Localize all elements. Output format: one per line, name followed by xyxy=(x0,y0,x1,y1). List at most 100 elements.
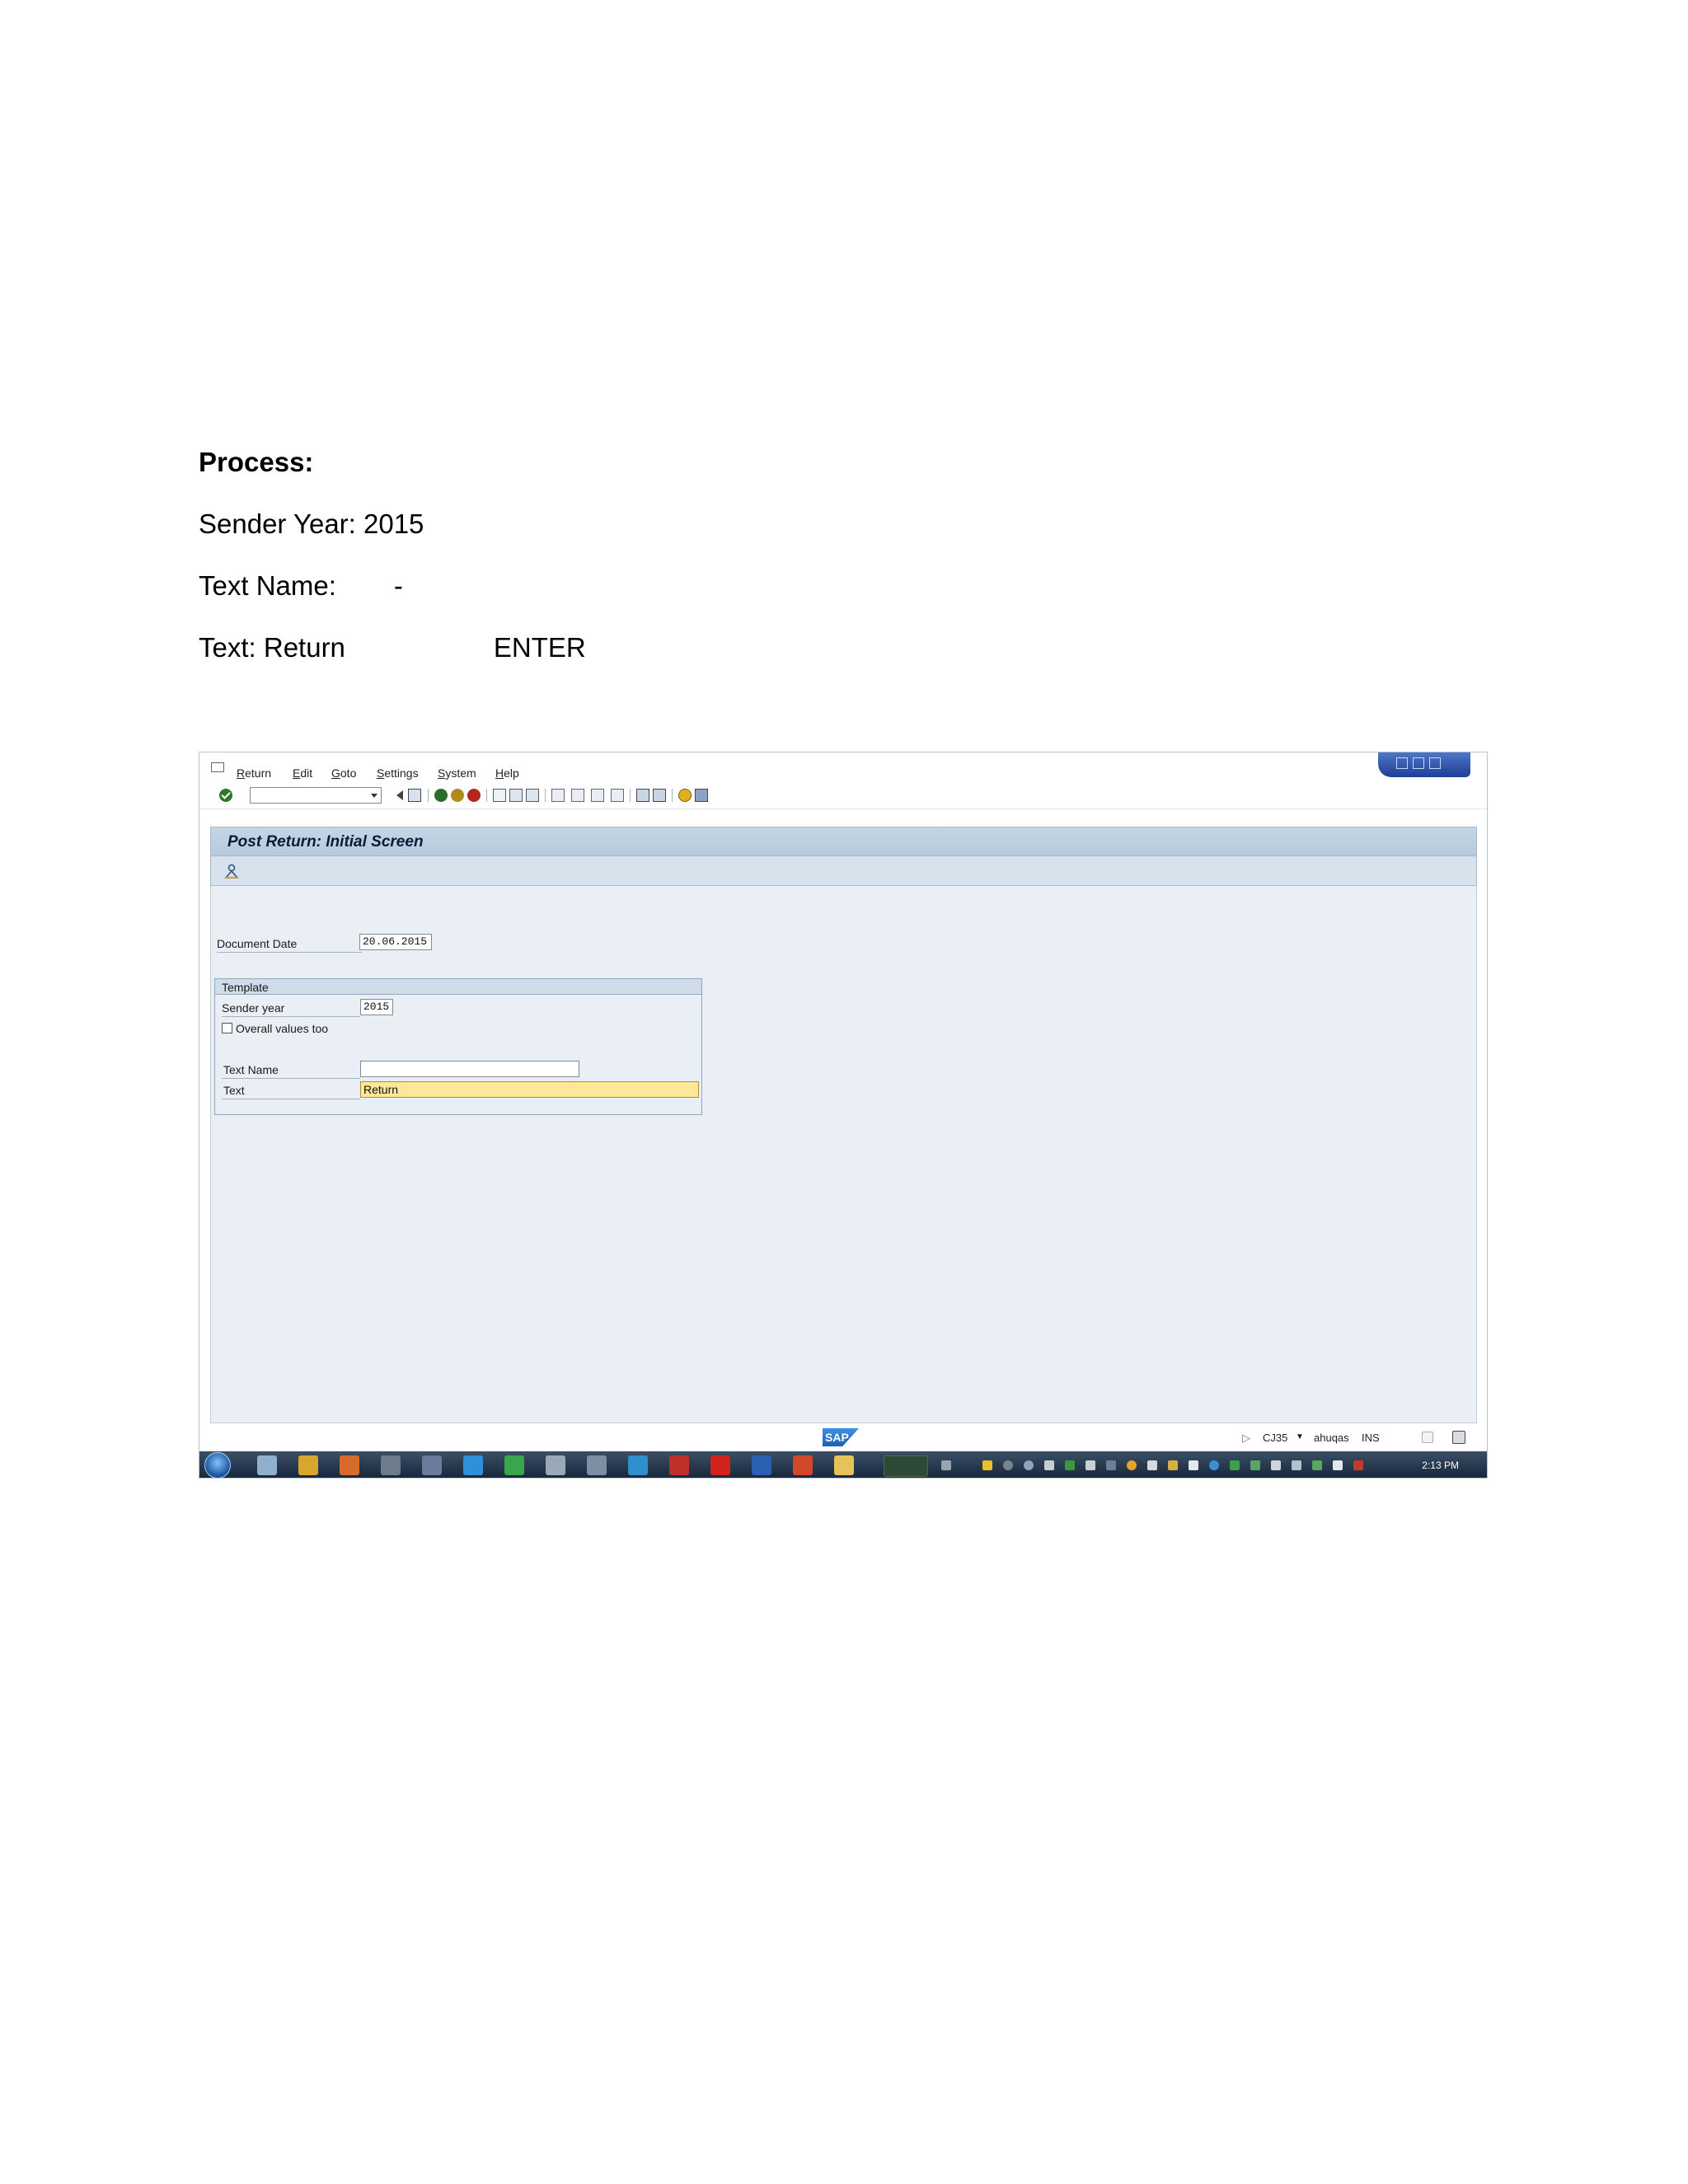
start-icon[interactable] xyxy=(204,1452,231,1478)
toolbar-separator xyxy=(428,789,429,802)
volume-icon[interactable] xyxy=(1147,1460,1157,1470)
transaction-code[interactable]: CJ35 xyxy=(1263,1432,1287,1444)
back-arrow-icon[interactable] xyxy=(392,790,403,800)
next-page-icon[interactable] xyxy=(591,789,604,802)
overall-values-checkbox[interactable] xyxy=(222,1023,232,1033)
play-triangle-icon[interactable]: ▷ xyxy=(1242,1432,1250,1445)
label-underline xyxy=(222,1078,360,1079)
application-toolbar xyxy=(210,856,1477,886)
print-icon[interactable] xyxy=(493,789,506,802)
menu-help[interactable]: Help xyxy=(495,766,519,780)
find-icon[interactable] xyxy=(509,789,523,802)
signal-meter-icon[interactable] xyxy=(884,1455,928,1477)
network-app-icon[interactable] xyxy=(628,1455,648,1475)
explorer-icon[interactable] xyxy=(257,1455,277,1475)
help-icon[interactable] xyxy=(678,789,692,802)
signal-bars-icon[interactable] xyxy=(1271,1460,1281,1470)
restore-icon[interactable] xyxy=(1413,757,1424,769)
label-underline xyxy=(222,1016,360,1017)
notes-icon[interactable] xyxy=(381,1455,401,1475)
exit-icon[interactable] xyxy=(451,789,464,802)
first-page-icon[interactable] xyxy=(551,789,565,802)
settings-app-icon[interactable] xyxy=(422,1455,442,1475)
battery-icon[interactable] xyxy=(1333,1460,1343,1470)
text-name-label: Text Name: xyxy=(199,570,336,601)
acrobat-icon[interactable] xyxy=(710,1455,730,1475)
text-name-field[interactable] xyxy=(360,1061,579,1077)
lock-icon[interactable] xyxy=(1452,1431,1465,1444)
window-controls xyxy=(1378,752,1470,777)
shortcut-icon[interactable] xyxy=(653,789,666,802)
taskbar-clock[interactable]: 2:13 PM xyxy=(1422,1460,1459,1471)
excel-tray-icon[interactable] xyxy=(1230,1460,1240,1470)
menu-system[interactable]: System xyxy=(438,766,476,780)
previous-page-icon[interactable] xyxy=(571,789,584,802)
standard-toolbar xyxy=(199,782,1487,809)
flag-icon[interactable] xyxy=(1168,1460,1178,1470)
dot-icon[interactable] xyxy=(1003,1460,1013,1470)
wireless-icon[interactable] xyxy=(941,1460,951,1470)
warning-tray-icon[interactable] xyxy=(1127,1460,1137,1470)
firefox-icon[interactable] xyxy=(340,1455,359,1475)
update-tray-icon[interactable] xyxy=(1312,1460,1322,1470)
document-app-icon[interactable] xyxy=(546,1455,565,1475)
sap-gui-icon[interactable] xyxy=(834,1455,854,1475)
mail-tray-icon[interactable] xyxy=(1106,1460,1116,1470)
document-date-field[interactable]: 20.06.2015 xyxy=(359,934,432,950)
template-group: Template Sender year 2015 Overall values… xyxy=(214,978,702,1115)
internet-explorer-icon[interactable] xyxy=(463,1455,483,1475)
sap-screenshot: Return Edit Goto Settings System Help Po… xyxy=(199,752,1488,1479)
command-field[interactable] xyxy=(250,787,382,804)
layout-menu-icon[interactable] xyxy=(695,789,708,802)
text-name-dash: - xyxy=(393,570,403,601)
chrome-icon[interactable] xyxy=(504,1455,524,1475)
template-group-header: Template xyxy=(215,979,701,995)
shield-icon[interactable] xyxy=(982,1460,992,1470)
save-icon[interactable] xyxy=(408,789,421,802)
text-label: Text xyxy=(223,1084,245,1097)
alert-tray-icon[interactable] xyxy=(1353,1460,1363,1470)
work-area: Document Date 20.06.2015 Template Sender… xyxy=(210,886,1477,1423)
lock-tray-icon[interactable] xyxy=(1189,1460,1198,1470)
screen-title-bar: Post Return: Initial Screen xyxy=(210,827,1477,856)
powerpoint-icon[interactable] xyxy=(793,1455,813,1475)
sender-year-line: Sender Year: 2015 xyxy=(199,509,424,539)
network-tray-icon[interactable] xyxy=(1209,1460,1219,1470)
toolbar-separator xyxy=(486,789,487,802)
chevron-down-icon[interactable] xyxy=(371,794,377,798)
find-next-icon[interactable] xyxy=(526,789,539,802)
cancel-icon[interactable] xyxy=(467,789,481,802)
toolbar-separator xyxy=(630,789,631,802)
menu-return[interactable]: Return xyxy=(237,766,271,780)
overall-values-label: Overall values too xyxy=(236,1022,329,1035)
menu-goto[interactable]: Goto xyxy=(331,766,356,780)
menu-edit[interactable]: Edit xyxy=(293,766,312,780)
document-tray-icon[interactable] xyxy=(1085,1460,1095,1470)
close-icon[interactable] xyxy=(1429,757,1441,769)
globe-icon[interactable] xyxy=(1024,1460,1034,1470)
menu-window-icon[interactable] xyxy=(211,762,224,772)
text-field[interactable]: Return xyxy=(360,1081,699,1098)
windows-taskbar: 2:13 PM xyxy=(199,1451,1487,1478)
chrome-tray-icon[interactable] xyxy=(1065,1460,1075,1470)
calculator-icon[interactable] xyxy=(587,1455,607,1475)
toolbar-separator xyxy=(672,789,673,802)
person-icon[interactable] xyxy=(224,864,239,879)
menu-settings[interactable]: Settings xyxy=(377,766,419,780)
media-player-icon[interactable] xyxy=(298,1455,318,1475)
input-mode[interactable]: INS xyxy=(1362,1432,1380,1444)
template-group-title: Template xyxy=(222,981,269,994)
new-session-icon[interactable] xyxy=(636,789,649,802)
sender-year-field[interactable]: 2015 xyxy=(360,999,393,1015)
process-heading: Process: xyxy=(199,447,314,477)
enter-check-icon[interactable] xyxy=(219,789,232,802)
display-icon[interactable] xyxy=(1292,1460,1301,1470)
word-icon[interactable] xyxy=(752,1455,771,1475)
sap-logon-icon[interactable] xyxy=(669,1455,689,1475)
back-icon[interactable] xyxy=(434,789,448,802)
chevron-down-icon[interactable]: ▼ xyxy=(1296,1432,1304,1441)
minimize-icon[interactable] xyxy=(1396,757,1408,769)
sync-icon[interactable] xyxy=(1044,1460,1054,1470)
chart-tray-icon[interactable] xyxy=(1250,1460,1260,1470)
last-page-icon[interactable] xyxy=(611,789,624,802)
